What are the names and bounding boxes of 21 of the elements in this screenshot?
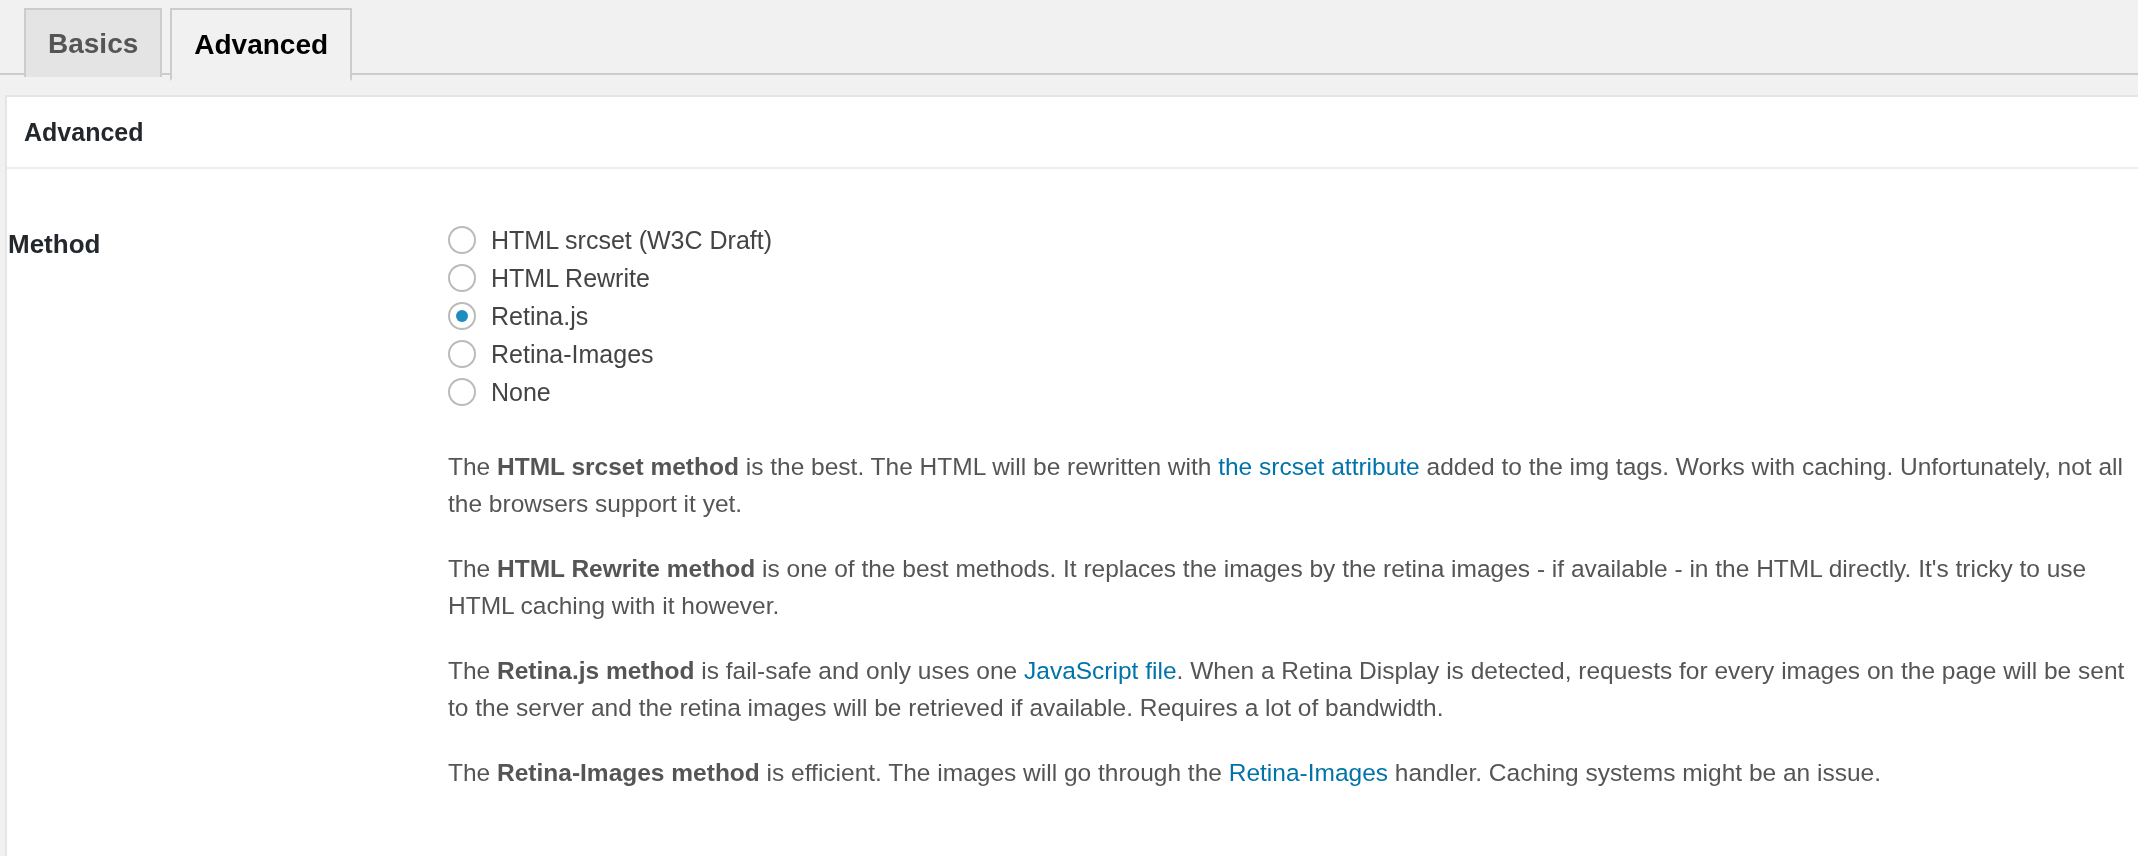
radio-button[interactable]	[448, 226, 476, 254]
option-label[interactable]: HTML Rewrite	[491, 263, 650, 293]
description-paragraph: The Retina-Images method is efficient. The images will go through the Retina-Images handler. Caching systems might be an issue.	[448, 758, 1883, 788]
radio-button[interactable]	[448, 302, 476, 330]
radio-button[interactable]	[448, 378, 476, 406]
panel-title: Advanced	[7, 97, 2138, 169]
description-paragraph: The Retina.js method is fail-safe and only uses one JavaScript file. When a Retina Display is detected, requests for every images on the page will be sent to the server and the retina images will be retrieved if available. Requires a lot of bandwidth.	[448, 656, 2126, 723]
option-label[interactable]: HTML srcset (W3C Draft)	[491, 225, 773, 255]
option-label[interactable]: Retina.js	[491, 301, 589, 331]
field-label: Method	[7, 228, 102, 261]
link[interactable]: Retina-Images	[1228, 759, 1389, 786]
description-paragraph: The HTML srcset method is the best. The HTML will be rewritten with the srcset attribute added to the img tags. Works with caching. Unfortunately, not all the browsers support it yet.	[448, 452, 2124, 519]
tab[interactable]: Advanced	[170, 8, 353, 81]
description-paragraph: The HTML Rewrite method is one of the best methods. It replaces the images by the retina images - if available - in the HTML directly. It's tricky to use HTML caching with it however.	[448, 554, 2088, 621]
option-label[interactable]: None	[491, 377, 551, 407]
link[interactable]: the srcset attribute	[1218, 453, 1420, 480]
radio-button[interactable]	[448, 340, 476, 368]
link[interactable]: JavaScript file	[1024, 657, 1177, 684]
tab[interactable]: Basics	[24, 8, 163, 77]
radio-button[interactable]	[448, 264, 476, 292]
option-label[interactable]: Retina-Images	[491, 339, 654, 369]
